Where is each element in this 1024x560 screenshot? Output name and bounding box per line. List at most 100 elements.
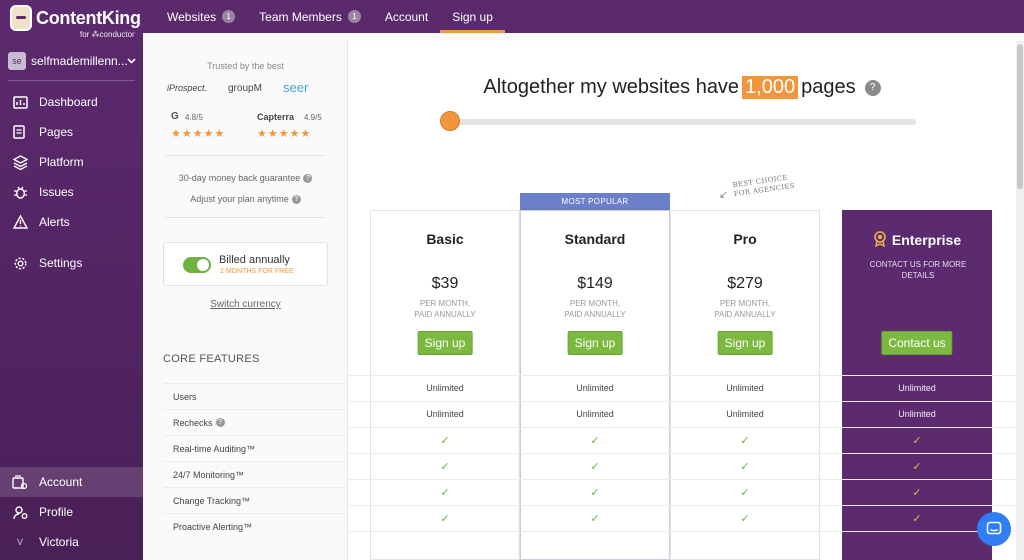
account-icon — [11, 473, 29, 491]
chevron-down-icon — [127, 58, 136, 64]
panel-divider — [165, 155, 326, 156]
tab-team-members[interactable]: Team Members 1 — [247, 0, 373, 33]
count-badge: 1 — [222, 10, 236, 23]
billing-toggle[interactable] — [183, 257, 211, 273]
sidebar-item-label: Account — [39, 475, 83, 489]
standard-monitoring-check-icon: ✓ — [520, 453, 670, 479]
period-line: PAID ANNUALLY — [714, 310, 776, 319]
scrollbar[interactable] — [1016, 41, 1024, 560]
panel-divider — [165, 217, 326, 218]
sidebar-item-profile[interactable]: Profile — [0, 497, 143, 527]
sidebar-item-pages[interactable]: Pages — [0, 117, 143, 147]
check-icon: ✓ — [440, 434, 450, 447]
row-divider — [348, 531, 1016, 532]
standard-alerting-check-icon: ✓ — [520, 505, 670, 531]
sidebar-item-dashboard[interactable]: Dashboard — [0, 87, 143, 117]
plan-price: $149 — [577, 275, 613, 292]
sidebar-item-label: Alerts — [39, 215, 70, 229]
enterprise-tracking-check-icon: ✓ — [842, 479, 992, 505]
sign-up-button[interactable]: Sign up — [567, 331, 623, 355]
tab-label: Account — [384, 9, 429, 24]
enterprise-rechecks: Unlimited — [898, 409, 936, 419]
top-tabs: Websites 1 Team Members 1 Account Sign u… — [143, 0, 1024, 33]
enterprise-alerting-check-icon: ✓ — [842, 505, 992, 531]
help-icon[interactable]: ? — [303, 174, 313, 184]
feature-row: 24/7 Monitoring™ — [163, 461, 348, 487]
period-line: PER MONTH, — [419, 299, 471, 308]
check-icon: ✓ — [740, 486, 750, 499]
switch-currency-link[interactable]: Switch currency — [143, 299, 348, 310]
account-switcher[interactable]: se selfmademillenn... — [8, 50, 136, 72]
account-avatar: se — [8, 52, 26, 70]
sidebar-item-issues[interactable]: Issues — [0, 177, 143, 207]
adjust-text: Adjust your plan anytime — [190, 194, 289, 204]
sidebar-item-label: Profile — [39, 505, 74, 519]
sidebar-item-user[interactable]: V Victoria — [0, 527, 143, 557]
sidebar-item-label: Platform — [39, 155, 84, 169]
sidebar-item-label: Dashboard — [39, 95, 98, 109]
brand-name: ContentKing — [36, 8, 141, 28]
enterprise-auditing-check-icon: ✓ — [842, 427, 992, 453]
contact-us-button[interactable]: Contact us — [881, 331, 953, 355]
seer-logo: seer — [283, 80, 309, 95]
award-icon — [874, 231, 886, 247]
plan-name: Pro — [733, 231, 757, 247]
enterprise-users: Unlimited — [898, 383, 936, 393]
tab-websites[interactable]: Websites 1 — [155, 0, 247, 33]
sidebar-item-alerts[interactable]: Alerts — [0, 207, 143, 237]
plan-name-text: Enterprise — [891, 232, 962, 248]
sidebar-item-account[interactable]: Account — [0, 467, 143, 497]
sign-up-button[interactable]: Sign up — [717, 331, 773, 355]
enterprise-monitoring-check-icon: ✓ — [842, 453, 992, 479]
capterra-stars: ★★★★★ — [257, 128, 312, 140]
billing-sublabel: 2 MONTHS FOR FREE — [220, 268, 294, 275]
standard-auditing-check-icon: ✓ — [520, 427, 670, 453]
ratings: G 4.8/5 ★★★★★ Capterra 4.9/5 ★★★★★ — [171, 111, 331, 143]
billing-label: Billed annually — [219, 254, 290, 266]
tab-label: Websites — [167, 9, 217, 24]
tab-sign-up[interactable]: Sign up — [440, 0, 505, 33]
pro-rechecks: Unlimited — [726, 409, 764, 419]
warning-icon — [11, 213, 29, 231]
check-icon: ✓ — [740, 434, 750, 447]
capterra-logo: Capterra — [257, 112, 295, 122]
check-icon: ✓ — [590, 486, 600, 499]
sidebar-item-label: Settings — [39, 256, 83, 270]
scrollbar-thumb[interactable] — [1017, 44, 1023, 189]
account-name: selfmademillenn... — [31, 54, 127, 68]
basic-auditing-check-icon: ✓ — [370, 427, 520, 453]
slider-handle[interactable] — [440, 111, 460, 131]
brand-for: for ⁂conductor — [80, 30, 135, 39]
tab-account[interactable]: Account — [373, 0, 440, 33]
period-line: PER MONTH, — [569, 299, 621, 308]
plan-description: CONTACT US FOR MORE DETAILS — [869, 260, 967, 280]
help-icon[interactable]: ? — [864, 79, 881, 96]
help-icon[interactable]: ? — [291, 195, 301, 205]
tab-label: Team Members — [259, 9, 342, 24]
plan-name: Standard — [564, 231, 626, 247]
page-count-slider[interactable] — [440, 111, 916, 131]
sign-up-button[interactable]: Sign up — [417, 331, 473, 355]
guarantee-note: 30-day money back guarantee? — [143, 173, 348, 184]
pro-users: Unlimited — [726, 383, 764, 393]
pro-monitoring-check-icon: ✓ — [670, 453, 820, 479]
profile-icon — [11, 503, 29, 521]
period-line: PAID ANNUALLY — [564, 310, 626, 319]
chat-button[interactable] — [977, 512, 1011, 546]
sidebar-item-platform[interactable]: Platform — [0, 147, 143, 177]
standard-users: Unlimited — [576, 383, 614, 393]
main-area: Trusted by the best iProspect. groupM se… — [143, 33, 1024, 560]
help-icon[interactable]: ? — [215, 418, 225, 427]
pages-icon — [11, 123, 29, 141]
check-icon: ✓ — [590, 512, 600, 525]
check-icon: ✓ — [912, 512, 922, 525]
arrow-icon: ↙ — [719, 189, 729, 201]
sidebar-item-settings[interactable]: Settings — [0, 248, 143, 278]
check-icon: ✓ — [912, 434, 922, 447]
plan-period: PER MONTH, PAID ANNUALLY — [521, 298, 669, 320]
gear-icon — [11, 254, 29, 272]
pricing-content: Altogether my websites have 1,000 pages … — [348, 41, 1016, 560]
sidebar-divider — [8, 80, 135, 81]
most-popular-banner: MOST POPULAR — [520, 193, 670, 210]
pro-alerting-check-icon: ✓ — [670, 505, 820, 531]
